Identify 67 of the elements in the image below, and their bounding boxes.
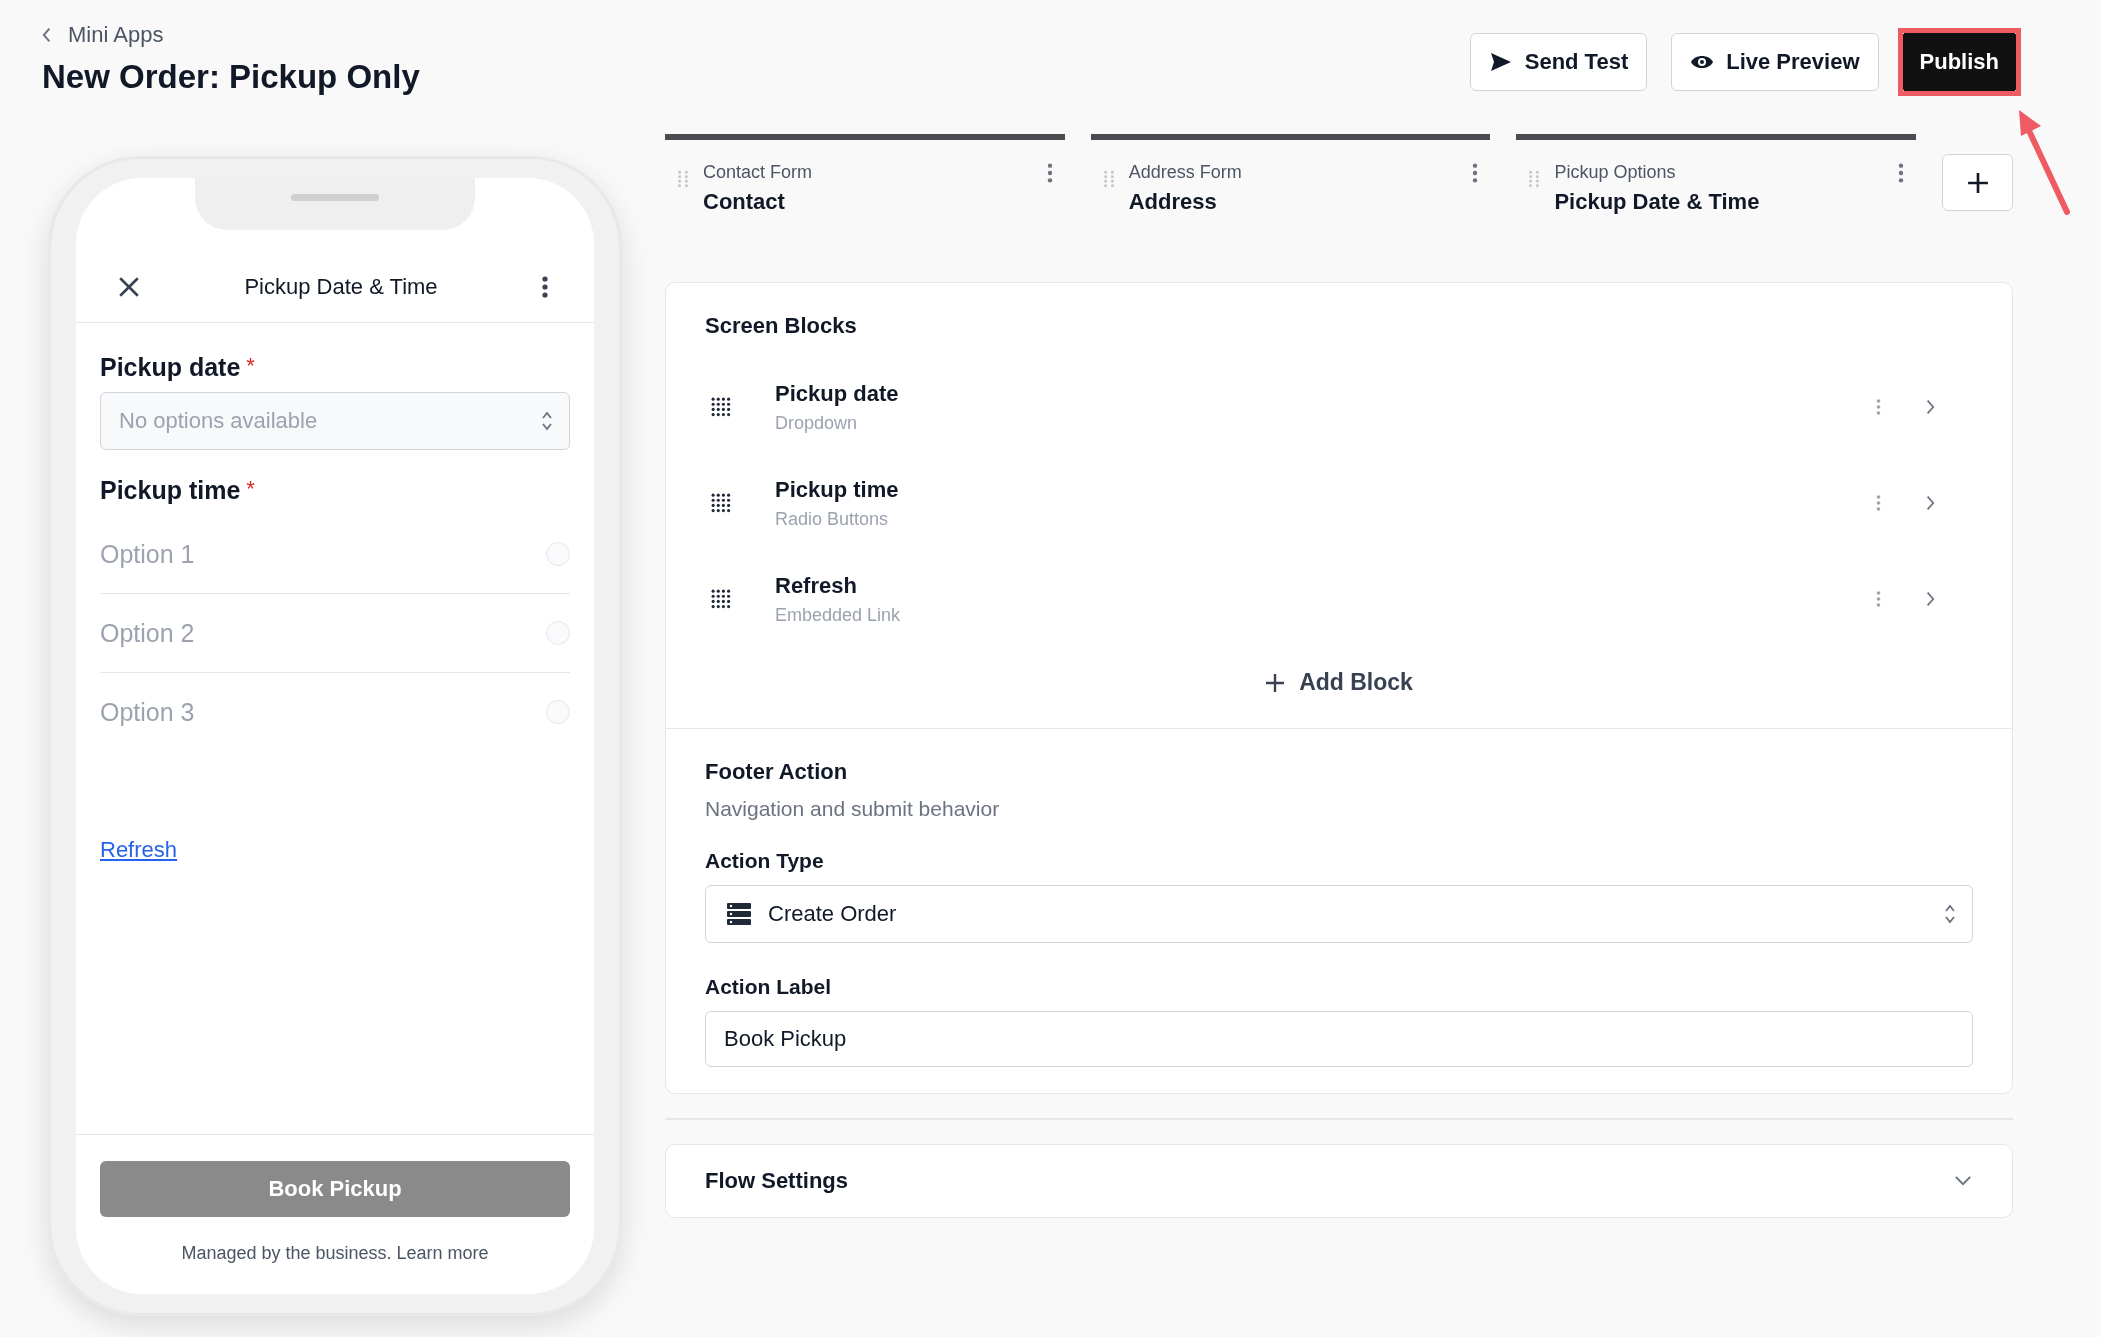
action-label-field[interactable]: Book Pickup [705, 1011, 1973, 1067]
chevron-right-icon[interactable] [1925, 591, 1935, 607]
field-label: Action Label [705, 975, 832, 999]
step-title: Contact [703, 189, 786, 215]
add-block-button[interactable]: Add Block [1253, 657, 1425, 708]
option-label: Option 1 [100, 539, 195, 569]
field-label: Pickup date [100, 353, 241, 382]
back-link[interactable]: Mini Apps [42, 22, 420, 48]
drag-handle-icon[interactable] [1102, 170, 1115, 188]
block-type: Embedded Link [775, 604, 902, 626]
drag-handle-icon[interactable] [711, 589, 731, 609]
section-title: Footer Action [705, 759, 849, 785]
radio-button[interactable] [546, 621, 570, 645]
page-title: New Order: Pickup Only [42, 58, 420, 96]
updown-icon [541, 410, 553, 432]
option-label: Option 2 [100, 618, 195, 648]
send-test-button[interactable]: Send Test [1469, 33, 1648, 91]
section-subtitle: Navigation and submit behavior [705, 797, 1001, 821]
more-icon[interactable] [1046, 162, 1053, 184]
publish-button[interactable]: Publish [1902, 33, 2016, 91]
step-caption: Address Form [1128, 162, 1243, 183]
action-type-select[interactable]: Create Order [705, 885, 1973, 943]
footer-note: Managed by the business. Learn more [181, 1243, 489, 1264]
block-row[interactable]: Refresh Embedded Link [705, 551, 1973, 647]
required-mark: * [246, 353, 255, 380]
step-caption: Contact Form [703, 162, 814, 183]
chevron-right-icon[interactable] [1925, 399, 1935, 415]
updown-icon [1944, 903, 1956, 925]
step-tab[interactable]: Pickup Options Pickup Date & Time [1516, 134, 1917, 224]
block-type: Dropdown [775, 412, 859, 434]
close-icon[interactable] [118, 276, 140, 298]
screen-title: Pickup Date & Time [244, 274, 438, 300]
section-title: Screen Blocks [705, 313, 858, 339]
field-label: Action Type [705, 849, 825, 873]
radio-button[interactable] [546, 700, 570, 724]
radio-button[interactable] [546, 542, 570, 566]
more-icon[interactable] [1898, 162, 1905, 184]
block-name: Pickup date [775, 380, 900, 407]
required-mark: * [246, 476, 255, 503]
step-title: Pickup Date & Time [1554, 189, 1761, 215]
step-tab[interactable]: Address Form Address [1090, 134, 1491, 224]
drag-handle-icon[interactable] [711, 397, 731, 417]
field-label: Pickup time [100, 476, 241, 505]
more-icon[interactable] [1472, 162, 1479, 184]
drag-handle-icon[interactable] [1528, 170, 1541, 188]
drag-handle-icon[interactable] [677, 170, 689, 188]
chevron-right-icon[interactable] [1925, 495, 1935, 511]
server-icon [726, 902, 752, 926]
section-title: Flow Settings [705, 1167, 848, 1194]
send-icon [1488, 50, 1513, 74]
step-caption: Pickup Options [1554, 162, 1677, 183]
block-row[interactable]: Pickup time Radio Buttons [705, 455, 1973, 551]
chevron-left-icon [42, 27, 52, 43]
refresh-link[interactable]: Refresh [100, 837, 178, 863]
option-label: Option 3 [100, 697, 195, 727]
flow-settings-panel[interactable]: Flow Settings [665, 1143, 2013, 1218]
more-icon[interactable] [542, 275, 548, 299]
step-title: Address [1128, 189, 1218, 215]
block-row[interactable]: Pickup date Dropdown [705, 359, 1973, 455]
step-tab[interactable]: Contact Form Contact [665, 134, 1065, 224]
block-name: Refresh [775, 572, 858, 599]
plus-icon [1265, 672, 1286, 693]
drag-handle-icon[interactable] [711, 493, 731, 513]
block-type: Radio Buttons [775, 508, 890, 530]
live-preview-button[interactable]: Live Preview [1671, 33, 1879, 91]
block-name: Pickup time [775, 476, 900, 503]
plus-icon [1966, 171, 1989, 194]
